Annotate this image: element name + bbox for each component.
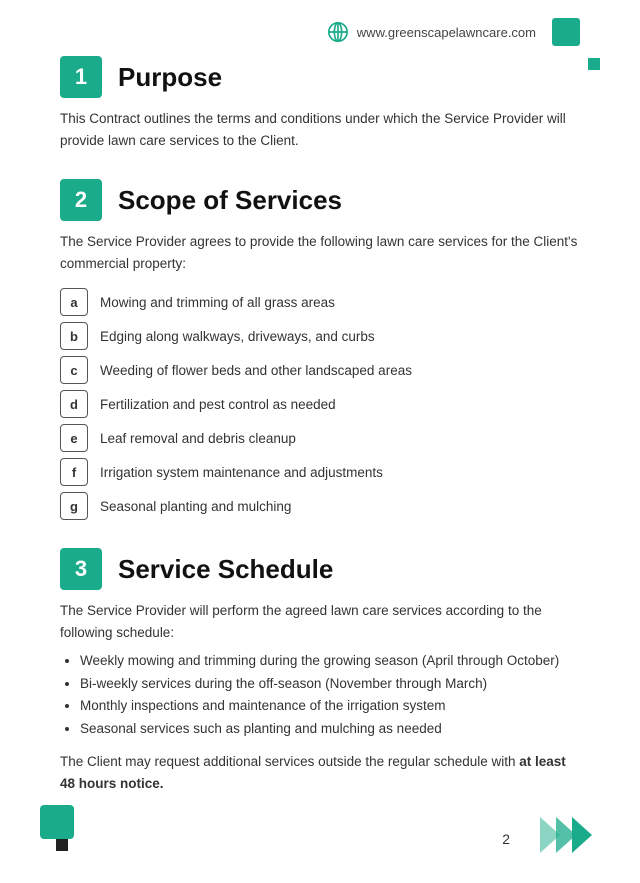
list-item: b Edging along walkways, driveways, and … bbox=[60, 322, 580, 350]
section-schedule-header: 3 Service Schedule bbox=[60, 548, 580, 590]
item-label: c bbox=[60, 356, 88, 384]
section-title-3: Service Schedule bbox=[118, 554, 333, 585]
item-text: Weeding of flower beds and other landsca… bbox=[100, 363, 412, 378]
header-teal-square bbox=[552, 18, 580, 46]
section-schedule: 3 Service Schedule The Service Provider … bbox=[60, 548, 580, 794]
section-title-1: Purpose bbox=[118, 62, 222, 93]
item-label: g bbox=[60, 492, 88, 520]
section-purpose: 1 Purpose This Contract outlines the ter… bbox=[60, 56, 580, 151]
item-label: f bbox=[60, 458, 88, 486]
bullet-item: Seasonal services such as planting and m… bbox=[80, 718, 580, 741]
section-body-1: This Contract outlines the terms and con… bbox=[60, 108, 580, 151]
section-scope: 2 Scope of Services The Service Provider… bbox=[60, 179, 580, 520]
list-item: c Weeding of flower beds and other lands… bbox=[60, 356, 580, 384]
bullet-item: Monthly inspections and maintenance of t… bbox=[80, 695, 580, 718]
notice-bold: at least 48 hours notice. bbox=[60, 754, 566, 791]
item-text: Edging along walkways, driveways, and cu… bbox=[100, 329, 375, 344]
bottom-chevrons bbox=[540, 817, 592, 853]
bottom-left-square bbox=[40, 805, 74, 839]
list-item: e Leaf removal and debris cleanup bbox=[60, 424, 580, 452]
bottom-left-small-square bbox=[56, 839, 68, 851]
page-container: www.greenscapelawncare.com 1 Purpose Thi… bbox=[0, 0, 640, 883]
section-intro-2: The Service Provider agrees to provide t… bbox=[60, 231, 580, 274]
bullet-item: Bi-weekly services during the off-season… bbox=[80, 673, 580, 696]
header-small-square bbox=[588, 58, 600, 70]
item-label: d bbox=[60, 390, 88, 418]
chevron-2 bbox=[556, 817, 576, 853]
service-items-list: a Mowing and trimming of all grass areas… bbox=[60, 288, 580, 520]
list-item: d Fertilization and pest control as need… bbox=[60, 390, 580, 418]
section-num-2: 2 bbox=[60, 179, 102, 221]
item-label: b bbox=[60, 322, 88, 350]
website-label: www.greenscapelawncare.com bbox=[357, 25, 536, 40]
globe-icon bbox=[327, 21, 349, 43]
list-item: f Irrigation system maintenance and adju… bbox=[60, 458, 580, 486]
section-title-2: Scope of Services bbox=[118, 185, 342, 216]
item-text: Mowing and trimming of all grass areas bbox=[100, 295, 335, 310]
list-item: a Mowing and trimming of all grass areas bbox=[60, 288, 580, 316]
item-text: Fertilization and pest control as needed bbox=[100, 397, 336, 412]
page-header: www.greenscapelawncare.com bbox=[60, 0, 580, 56]
schedule-bullet-list: Weekly mowing and trimming during the gr… bbox=[80, 650, 580, 742]
bullet-item: Weekly mowing and trimming during the gr… bbox=[80, 650, 580, 673]
section-body-3: The Service Provider will perform the ag… bbox=[60, 600, 580, 643]
section-scope-header: 2 Scope of Services bbox=[60, 179, 580, 221]
section-purpose-header: 1 Purpose bbox=[60, 56, 580, 98]
section-num-1: 1 bbox=[60, 56, 102, 98]
item-text: Seasonal planting and mulching bbox=[100, 499, 291, 514]
item-label: a bbox=[60, 288, 88, 316]
item-text: Irrigation system maintenance and adjust… bbox=[100, 465, 383, 480]
item-text: Leaf removal and debris cleanup bbox=[100, 431, 296, 446]
list-item: g Seasonal planting and mulching bbox=[60, 492, 580, 520]
page-number: 2 bbox=[502, 831, 510, 847]
item-label: e bbox=[60, 424, 88, 452]
schedule-notice: The Client may request additional servic… bbox=[60, 751, 580, 794]
section-num-3: 3 bbox=[60, 548, 102, 590]
